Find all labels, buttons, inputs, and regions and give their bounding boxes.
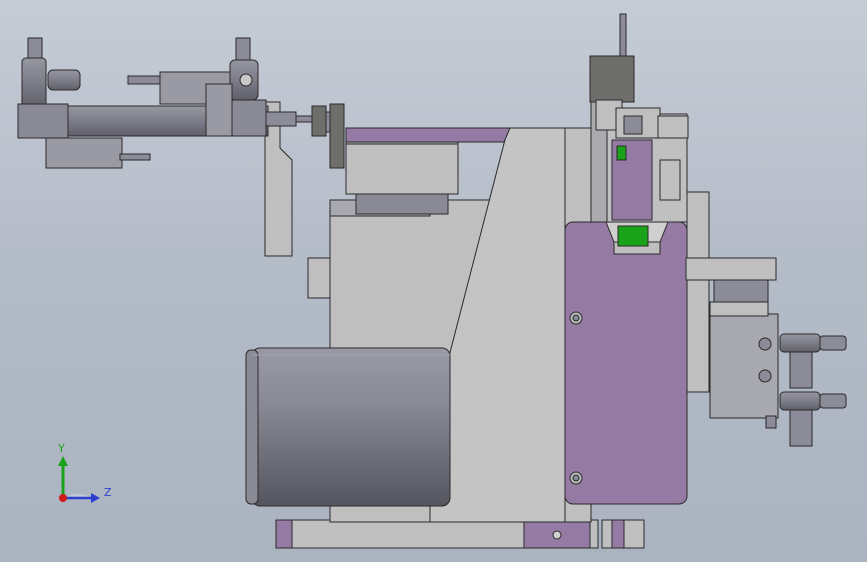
z-axis-arrow	[91, 493, 100, 503]
cad-graphics-viewport[interactable]: Y Z	[0, 0, 867, 562]
assembly-model[interactable]	[0, 0, 867, 562]
y-axis-label: Y	[58, 442, 65, 455]
purple-side-plate	[564, 221, 688, 505]
valve-assembly	[685, 257, 847, 447]
top-actuator	[589, 13, 689, 139]
base-feet	[275, 519, 645, 549]
pneumatic-cylinder-arm	[17, 37, 345, 169]
y-axis-arrow	[58, 456, 68, 466]
z-axis-label: Z	[104, 486, 112, 499]
origin-dot	[59, 494, 67, 502]
drive-motor	[245, 347, 451, 507]
view-orientation-triad: Y Z	[48, 438, 118, 508]
